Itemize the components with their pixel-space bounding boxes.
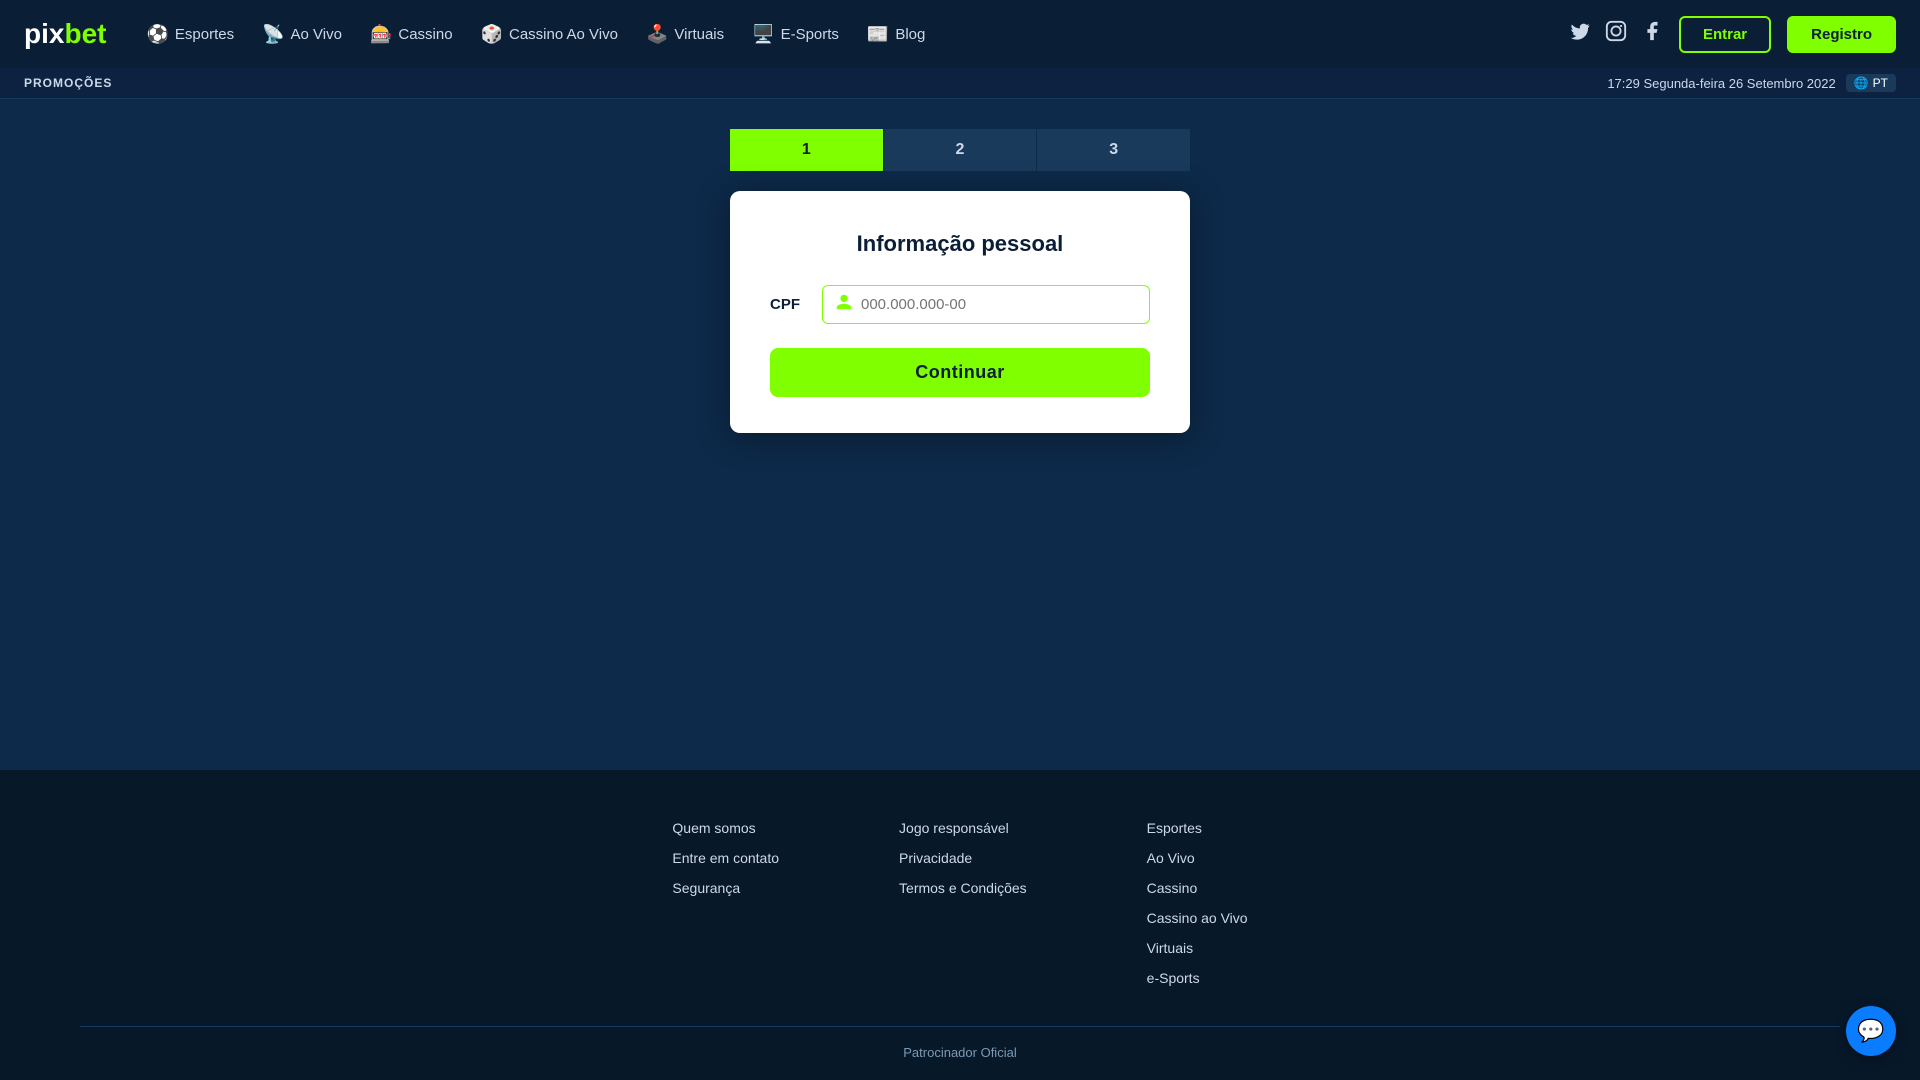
- esportes-icon: ⚽: [146, 24, 168, 45]
- nav-right: Entrar Registro: [1569, 16, 1896, 53]
- virtuais-icon: 🕹️: [646, 24, 668, 45]
- lang-label: PT: [1873, 76, 1888, 90]
- step-tabs: 1 2 3: [730, 129, 1190, 171]
- footer-link-cassino[interactable]: Cassino: [1147, 880, 1248, 896]
- social-icons: [1569, 20, 1663, 48]
- nav-label-esportes: Esportes: [175, 26, 234, 43]
- nav-label-blog: Blog: [895, 26, 925, 43]
- footer-col-1: Quem somos Entre em contato Segurança: [672, 820, 779, 986]
- nav-label-cassino-ao-vivo: Cassino Ao Vivo: [509, 26, 618, 43]
- promo-bar: PROMOÇÕES 17:29 Segunda-feira 26 Setembr…: [0, 68, 1920, 99]
- datetime-text: 17:29 Segunda-feira 26 Setembro 2022: [1607, 76, 1835, 91]
- entrar-button[interactable]: Entrar: [1679, 16, 1771, 53]
- twitter-icon[interactable]: [1569, 20, 1591, 48]
- user-icon: [835, 293, 853, 316]
- nav-item-esportes[interactable]: ⚽ Esportes: [134, 16, 246, 53]
- cpf-input-wrapper: [822, 285, 1150, 324]
- cpf-label: CPF: [770, 296, 806, 313]
- registro-button[interactable]: Registro: [1787, 16, 1896, 53]
- nav-item-virtuais[interactable]: 🕹️ Virtuais: [634, 16, 736, 53]
- main-content: 1 2 3 Informação pessoal CPF Continuar: [0, 99, 1920, 770]
- nav-item-e-sports[interactable]: 🖥️ E-Sports: [740, 16, 851, 53]
- nav-label-ao-vivo: Ao Vivo: [291, 26, 342, 43]
- footer-link-ao-vivo[interactable]: Ao Vivo: [1147, 850, 1248, 866]
- footer-col-3: Esportes Ao Vivo Cassino Cassino ao Vivo…: [1147, 820, 1248, 986]
- step-tab-2[interactable]: 2: [883, 129, 1037, 171]
- cpf-row: CPF: [770, 285, 1150, 324]
- nav-links: ⚽ Esportes 📡 Ao Vivo 🎰 Cassino 🎲 Cassino…: [134, 16, 1561, 53]
- nav-label-e-sports: E-Sports: [781, 26, 839, 43]
- lang-badge[interactable]: 🌐 PT: [1846, 74, 1896, 92]
- footer-link-jogo-responsavel[interactable]: Jogo responsável: [899, 820, 1027, 836]
- nav-item-cassino[interactable]: 🎰 Cassino: [358, 16, 465, 53]
- form-title: Informação pessoal: [770, 231, 1150, 257]
- footer-bottom: Patrocinador Oficial: [80, 1026, 1840, 1060]
- registration-form-card: Informação pessoal CPF Continuar: [730, 191, 1190, 433]
- logo[interactable]: pixbet: [24, 18, 106, 50]
- promo-label: PROMOÇÕES: [24, 76, 112, 90]
- nav-label-cassino: Cassino: [398, 26, 452, 43]
- ao-vivo-icon: 📡: [262, 24, 284, 45]
- footer-link-seguranca[interactable]: Segurança: [672, 880, 779, 896]
- cpf-input[interactable]: [861, 286, 1137, 323]
- footer-col-2: Jogo responsável Privacidade Termos e Co…: [899, 820, 1027, 986]
- logo-pix: pix: [24, 18, 64, 50]
- footer-link-esportes[interactable]: Esportes: [1147, 820, 1248, 836]
- datetime-lang: 17:29 Segunda-feira 26 Setembro 2022 🌐 P…: [1607, 74, 1896, 92]
- nav-item-cassino-ao-vivo[interactable]: 🎲 Cassino Ao Vivo: [469, 16, 630, 53]
- step-tab-1[interactable]: 1: [730, 129, 883, 171]
- cassino-ao-vivo-icon: 🎲: [481, 24, 503, 45]
- instagram-icon[interactable]: [1605, 20, 1627, 48]
- logo-bet: bet: [64, 18, 106, 50]
- nav-label-virtuais: Virtuais: [674, 26, 724, 43]
- footer-link-quem-somos[interactable]: Quem somos: [672, 820, 779, 836]
- footer-link-privacidade[interactable]: Privacidade: [899, 850, 1027, 866]
- nav-item-ao-vivo[interactable]: 📡 Ao Vivo: [250, 16, 354, 53]
- patrocinador-label: Patrocinador Oficial: [903, 1045, 1016, 1060]
- footer: Quem somos Entre em contato Segurança Jo…: [0, 770, 1920, 1080]
- footer-link-e-sports[interactable]: e-Sports: [1147, 970, 1248, 986]
- blog-icon: 📰: [867, 24, 889, 45]
- navbar: pixbet ⚽ Esportes 📡 Ao Vivo 🎰 Cassino 🎲 …: [0, 0, 1920, 68]
- nav-item-blog[interactable]: 📰 Blog: [855, 16, 937, 53]
- footer-link-cassino-ao-vivo[interactable]: Cassino ao Vivo: [1147, 910, 1248, 926]
- footer-link-entre-em-contato[interactable]: Entre em contato: [672, 850, 779, 866]
- cassino-icon: 🎰: [370, 24, 392, 45]
- e-sports-icon: 🖥️: [752, 24, 774, 45]
- step-tab-3[interactable]: 3: [1036, 129, 1190, 171]
- facebook-icon[interactable]: [1641, 20, 1663, 48]
- footer-link-virtuais[interactable]: Virtuais: [1147, 940, 1248, 956]
- footer-cols: Quem somos Entre em contato Segurança Jo…: [80, 820, 1840, 986]
- continuar-button[interactable]: Continuar: [770, 348, 1150, 397]
- footer-link-termos[interactable]: Termos e Condições: [899, 880, 1027, 896]
- chat-bubble[interactable]: 💬: [1846, 1006, 1896, 1056]
